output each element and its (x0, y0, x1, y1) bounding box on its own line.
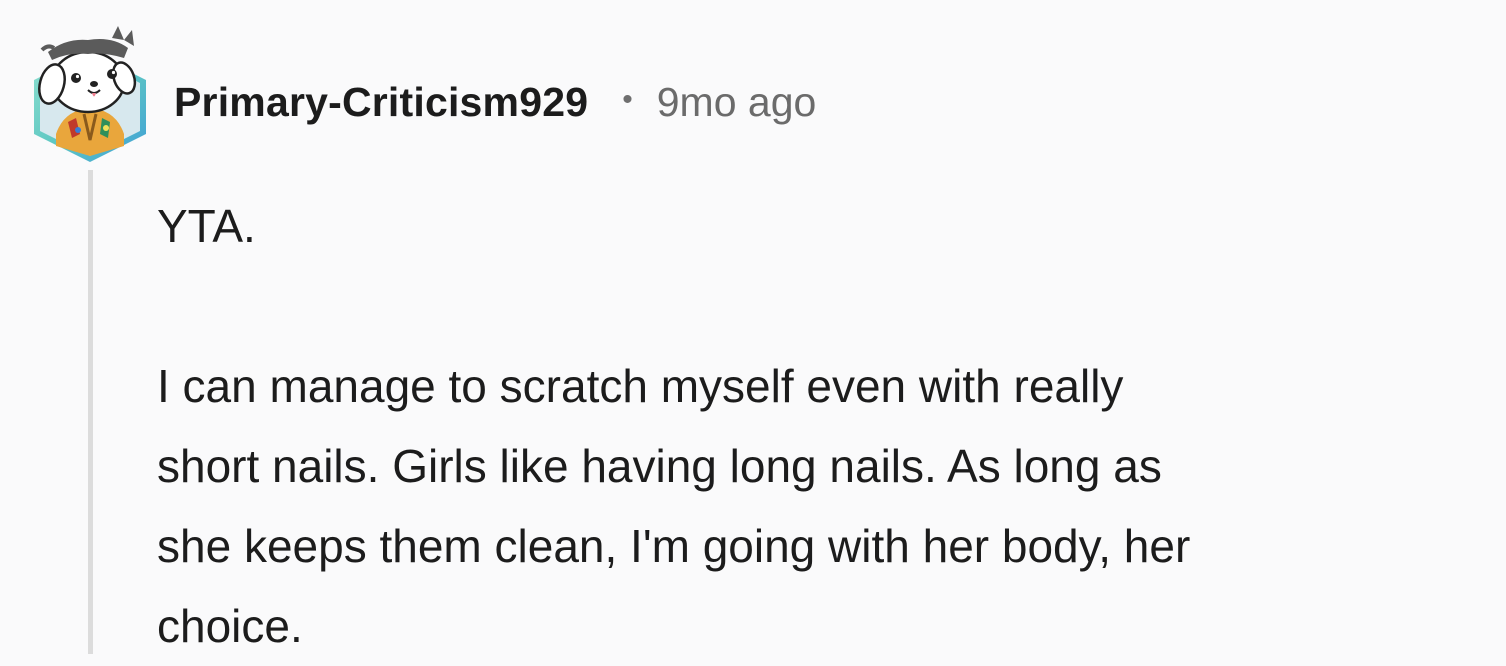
username-link[interactable]: Primary-Criticism929 (174, 79, 588, 126)
comment-meta: Primary-Criticism929 • 9mo ago (174, 72, 816, 132)
timestamp[interactable]: 9mo ago (657, 79, 817, 126)
comment-text-line: choice. (157, 600, 303, 652)
user-avatar[interactable] (28, 22, 152, 164)
thread-collapse-line[interactable] (88, 170, 93, 654)
comment-paragraph: I can manage to scratch myself even with… (157, 346, 1487, 666)
meta-separator: • (622, 83, 633, 116)
comment-body: YTA. I can manage to scratch myself even… (157, 186, 1487, 666)
comment: Primary-Criticism929 • 9mo ago YTA. I ca… (0, 0, 1506, 654)
comment-text-line: I can manage to scratch myself even with… (157, 360, 1124, 412)
comment-paragraph: YTA. (157, 200, 256, 252)
comment-text-line: short nails. Girls like having long nail… (157, 440, 1162, 492)
cartoon-dog-avatar-icon (34, 26, 146, 162)
comment-text-line: she keeps them clean, I'm going with her… (157, 520, 1191, 572)
